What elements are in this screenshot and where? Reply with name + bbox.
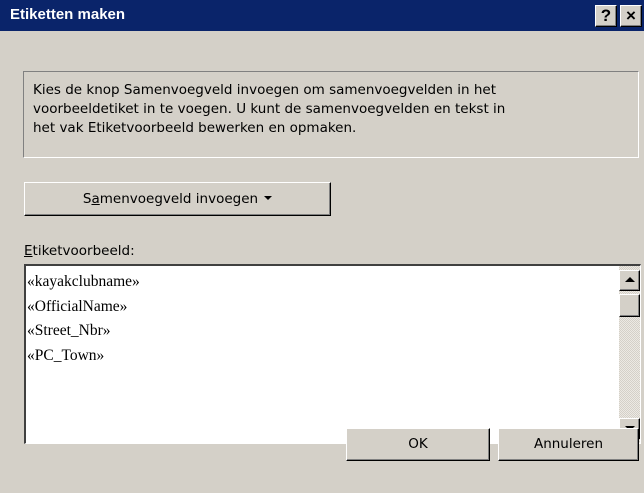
merge-button-label: Samenvoegveld invoegen bbox=[82, 191, 259, 207]
preview-content[interactable]: «kayakclubname» «OfficialName» «Street_N… bbox=[27, 270, 140, 368]
cancel-button[interactable]: Annuleren bbox=[498, 428, 639, 461]
preview-line: «OfficialName» bbox=[27, 297, 128, 315]
window-title: Etiketten maken bbox=[10, 6, 126, 23]
preview-line: «PC_Town» bbox=[27, 346, 105, 364]
arrow-up-icon bbox=[625, 277, 635, 282]
scroll-thumb[interactable] bbox=[619, 294, 640, 317]
close-button[interactable]: × bbox=[620, 5, 642, 27]
chevron-down-icon bbox=[264, 196, 273, 200]
vertical-scrollbar[interactable] bbox=[619, 266, 640, 443]
label-preview-textarea[interactable]: «kayakclubname» «OfficialName» «Street_N… bbox=[24, 264, 641, 444]
preview-line: «Street_Nbr» bbox=[27, 322, 111, 339]
title-bar: Etiketten maken ? × bbox=[0, 0, 644, 31]
preview-line: «kayakclubname» bbox=[27, 273, 140, 290]
scroll-up-button[interactable] bbox=[619, 270, 640, 291]
ok-button[interactable]: OK bbox=[346, 428, 490, 461]
instructions-text: Kies de knop Samenvoegveld invoegen om s… bbox=[23, 71, 639, 158]
insert-merge-field-button[interactable]: Samenvoegveld invoegen bbox=[24, 182, 331, 216]
label-preview-label: Etiketvoorbeeld: bbox=[24, 243, 135, 259]
help-button[interactable]: ? bbox=[595, 5, 617, 27]
